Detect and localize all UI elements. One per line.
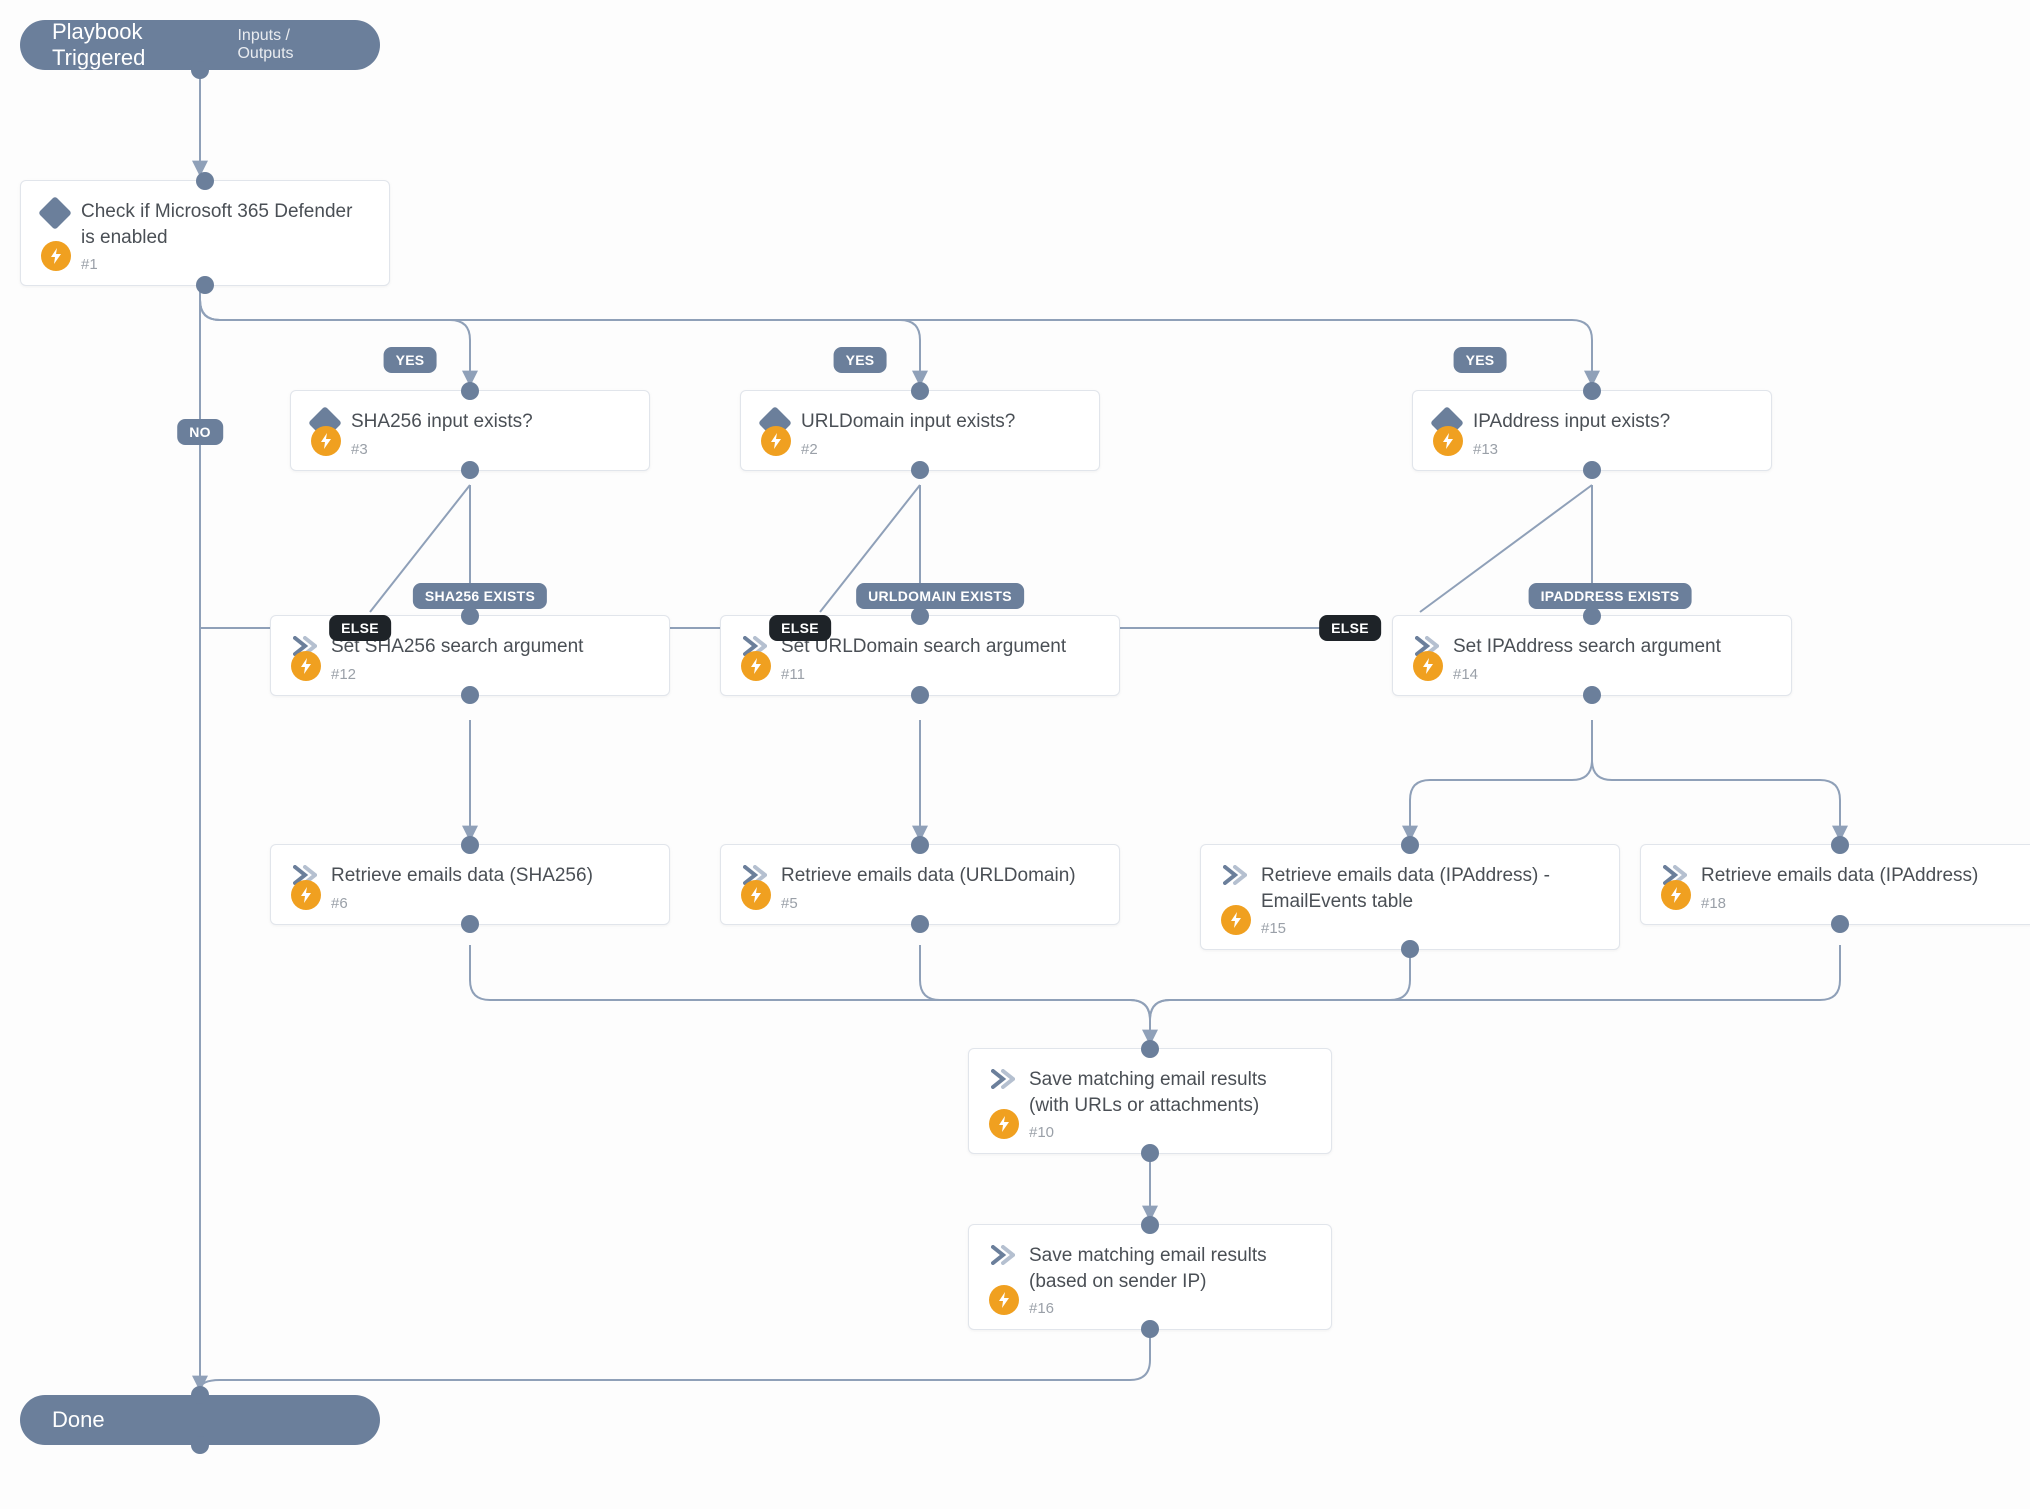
edge-label-yes: YES (384, 347, 437, 373)
node-retrieve-ip-emailevents[interactable]: Retrieve emails data (IPAddress) - Email… (1200, 844, 1620, 950)
start-title: Playbook Triggered (52, 19, 237, 71)
start-node[interactable]: Playbook Triggered Inputs / Outputs (20, 20, 380, 70)
node-set-ipaddress-arg[interactable]: Set IPAddress search argument #14 (1392, 615, 1792, 696)
node-retrieve-ip[interactable]: Retrieve emails data (IPAddress) #18 (1640, 844, 2030, 925)
bolt-icon (1661, 880, 1691, 910)
node-title: IPAddress input exists? (1473, 409, 1751, 435)
node-title: URLDomain input exists? (801, 409, 1079, 435)
end-title: Done (52, 1407, 105, 1433)
node-title: Retrieve emails data (IPAddress) (1701, 863, 2019, 889)
edge-label-else: ELSE (769, 615, 831, 641)
chevron-icon (991, 1245, 1015, 1269)
node-num: #2 (801, 441, 1079, 458)
node-ipaddress-exists[interactable]: IPAddress input exists? #13 (1412, 390, 1772, 471)
node-save-results-urls[interactable]: Save matching email results (with URLs o… (968, 1048, 1332, 1154)
node-retrieve-sha256[interactable]: Retrieve emails data (SHA256) #6 (270, 844, 670, 925)
node-title: Check if Microsoft 365 Defender is enabl… (81, 199, 369, 250)
bolt-icon (741, 880, 771, 910)
node-retrieve-urldomain[interactable]: Retrieve emails data (URLDomain) #5 (720, 844, 1120, 925)
edge-label-yes: YES (1454, 347, 1507, 373)
chevron-icon (991, 1069, 1015, 1093)
bolt-icon (761, 426, 791, 456)
node-num: #13 (1473, 441, 1751, 458)
edge-label-ip: IPADDRESS EXISTS (1529, 583, 1692, 609)
node-num: #15 (1261, 920, 1599, 937)
node-num: #5 (781, 895, 1099, 912)
bolt-icon (741, 651, 771, 681)
node-num: #14 (1453, 666, 1771, 683)
bolt-icon (989, 1285, 1019, 1315)
node-sha256-exists[interactable]: SHA256 input exists? #3 (290, 390, 650, 471)
node-title: Set IPAddress search argument (1453, 634, 1771, 660)
node-num: #16 (1029, 1300, 1311, 1317)
end-node[interactable]: Done (20, 1395, 380, 1445)
edge-label-sha: SHA256 EXISTS (413, 583, 547, 609)
bolt-icon (41, 241, 71, 271)
node-title: Retrieve emails data (IPAddress) - Email… (1261, 863, 1599, 914)
edge-label-no: NO (177, 419, 223, 445)
edge-label-url: URLDOMAIN EXISTS (856, 583, 1024, 609)
bolt-icon (291, 880, 321, 910)
bolt-icon (1433, 426, 1463, 456)
playbook-flow-diagram: Playbook Triggered Inputs / Outputs Chec… (0, 0, 2030, 1509)
node-save-results-senderip[interactable]: Save matching email results (based on se… (968, 1224, 1332, 1330)
bolt-icon (1413, 651, 1443, 681)
node-title: Save matching email results (with URLs o… (1029, 1067, 1311, 1118)
node-num: #10 (1029, 1124, 1311, 1141)
node-num: #12 (331, 666, 649, 683)
bolt-icon (291, 651, 321, 681)
node-check-defender[interactable]: Check if Microsoft 365 Defender is enabl… (20, 180, 390, 286)
bolt-icon (1221, 905, 1251, 935)
node-title: Retrieve emails data (URLDomain) (781, 863, 1099, 889)
edge-label-else: ELSE (1319, 615, 1381, 641)
chevron-icon (1223, 865, 1247, 889)
diamond-icon (38, 196, 72, 230)
node-title: SHA256 input exists? (351, 409, 629, 435)
node-urldomain-exists[interactable]: URLDomain input exists? #2 (740, 390, 1100, 471)
node-num: #18 (1701, 895, 2019, 912)
bolt-icon (989, 1109, 1019, 1139)
start-sub: Inputs / Outputs (237, 27, 348, 63)
node-title: Retrieve emails data (SHA256) (331, 863, 649, 889)
node-num: #11 (781, 666, 1099, 683)
bolt-icon (311, 426, 341, 456)
edge-label-yes: YES (834, 347, 887, 373)
edge-label-else: ELSE (329, 615, 391, 641)
node-num: #3 (351, 441, 629, 458)
node-title: Save matching email results (based on se… (1029, 1243, 1311, 1294)
node-num: #6 (331, 895, 649, 912)
node-num: #1 (81, 256, 369, 273)
